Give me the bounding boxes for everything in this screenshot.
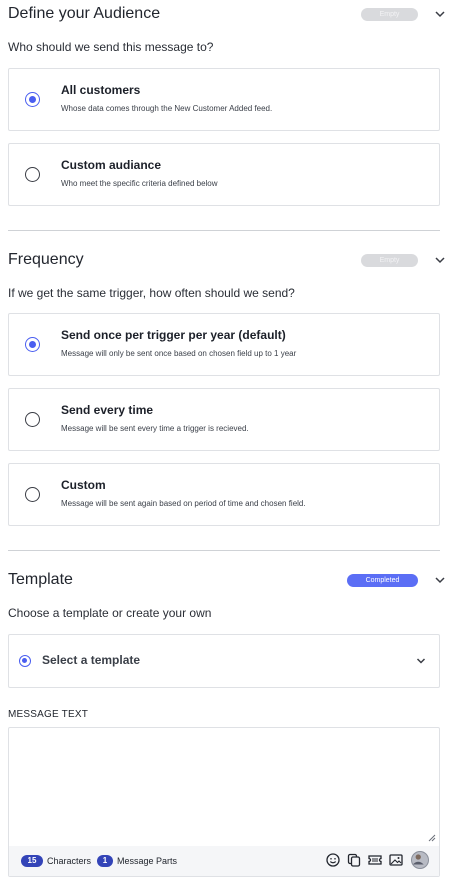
option-description: Message will be sent again based on peri… — [61, 499, 306, 508]
copy-icon[interactable] — [346, 852, 362, 868]
resize-handle-icon[interactable] — [428, 834, 436, 842]
option-description: Whose data comes through the New Custome… — [61, 104, 273, 113]
ticket-icon[interactable] — [367, 852, 383, 868]
frequency-title: Frequency — [8, 251, 84, 268]
chevron-down-icon[interactable] — [433, 7, 447, 21]
audience-question: Who should we send this message to? — [8, 40, 214, 54]
option-description: Who meet the specific criteria defined b… — [61, 179, 218, 188]
message-parts-count-badge: 1 — [97, 855, 113, 867]
chevron-down-icon[interactable] — [433, 253, 447, 267]
characters-count-badge: 15 — [21, 855, 43, 867]
frequency-option-once-per-year[interactable]: Send once per trigger per year (default)… — [8, 313, 440, 376]
message-parts-label: Message Parts — [117, 856, 178, 866]
radio-button[interactable] — [25, 412, 40, 427]
chevron-down-icon[interactable] — [433, 573, 447, 587]
option-title: Custom audiance — [61, 158, 162, 172]
frequency-section-header[interactable]: Frequency Empty — [8, 246, 447, 274]
template-status-badge: Completed — [347, 574, 418, 587]
template-title: Template — [8, 571, 73, 588]
option-title: Custom — [61, 478, 106, 492]
frequency-option-every-time[interactable]: Send every time Message will be sent eve… — [8, 388, 440, 451]
chevron-down-icon[interactable] — [415, 655, 427, 667]
template-question: Choose a template or create your own — [8, 606, 212, 620]
audience-status-badge: Empty — [361, 8, 418, 21]
audience-title: Define your Audience — [8, 5, 161, 22]
emoji-icon[interactable] — [325, 852, 341, 868]
user-avatar-icon — [412, 854, 424, 865]
option-description: Message will be sent every time a trigge… — [61, 424, 249, 433]
section-divider — [8, 230, 440, 231]
audience-option-all-customers[interactable]: All customers Whose data comes through t… — [8, 68, 440, 131]
audience-section-header[interactable]: Define your Audience Empty — [8, 0, 447, 28]
option-description: Message will only be sent once based on … — [61, 349, 297, 358]
radio-button-checked[interactable] — [25, 337, 40, 352]
frequency-question: If we get the same trigger, how often sh… — [8, 286, 295, 300]
message-footer-bar: 15 Characters 1 Message Parts — [9, 846, 439, 876]
avatar[interactable] — [411, 851, 429, 869]
radio-button-checked[interactable] — [19, 655, 31, 667]
message-text-label: MESSAGE TEXT — [8, 709, 89, 720]
radio-button[interactable] — [25, 487, 40, 502]
audience-option-custom[interactable]: Custom audiance Who meet the specific cr… — [8, 143, 440, 206]
option-title: Send every time — [61, 403, 154, 417]
image-icon[interactable] — [388, 852, 404, 868]
template-section-header[interactable]: Template Completed — [8, 566, 447, 594]
frequency-option-custom[interactable]: Custom Message will be sent again based … — [8, 463, 440, 526]
section-divider — [8, 550, 440, 551]
template-select[interactable]: Select a template — [8, 634, 440, 688]
message-text-box: 15 Characters 1 Message Parts — [8, 727, 440, 877]
option-title: All customers — [61, 83, 141, 97]
radio-button-checked[interactable] — [25, 92, 40, 107]
option-title: Send once per trigger per year (default) — [61, 328, 286, 342]
message-text-input[interactable] — [9, 728, 439, 846]
frequency-status-badge: Empty — [361, 254, 418, 267]
template-select-label: Select a template — [42, 653, 141, 667]
radio-button[interactable] — [25, 167, 40, 182]
characters-label: Characters — [47, 856, 92, 866]
